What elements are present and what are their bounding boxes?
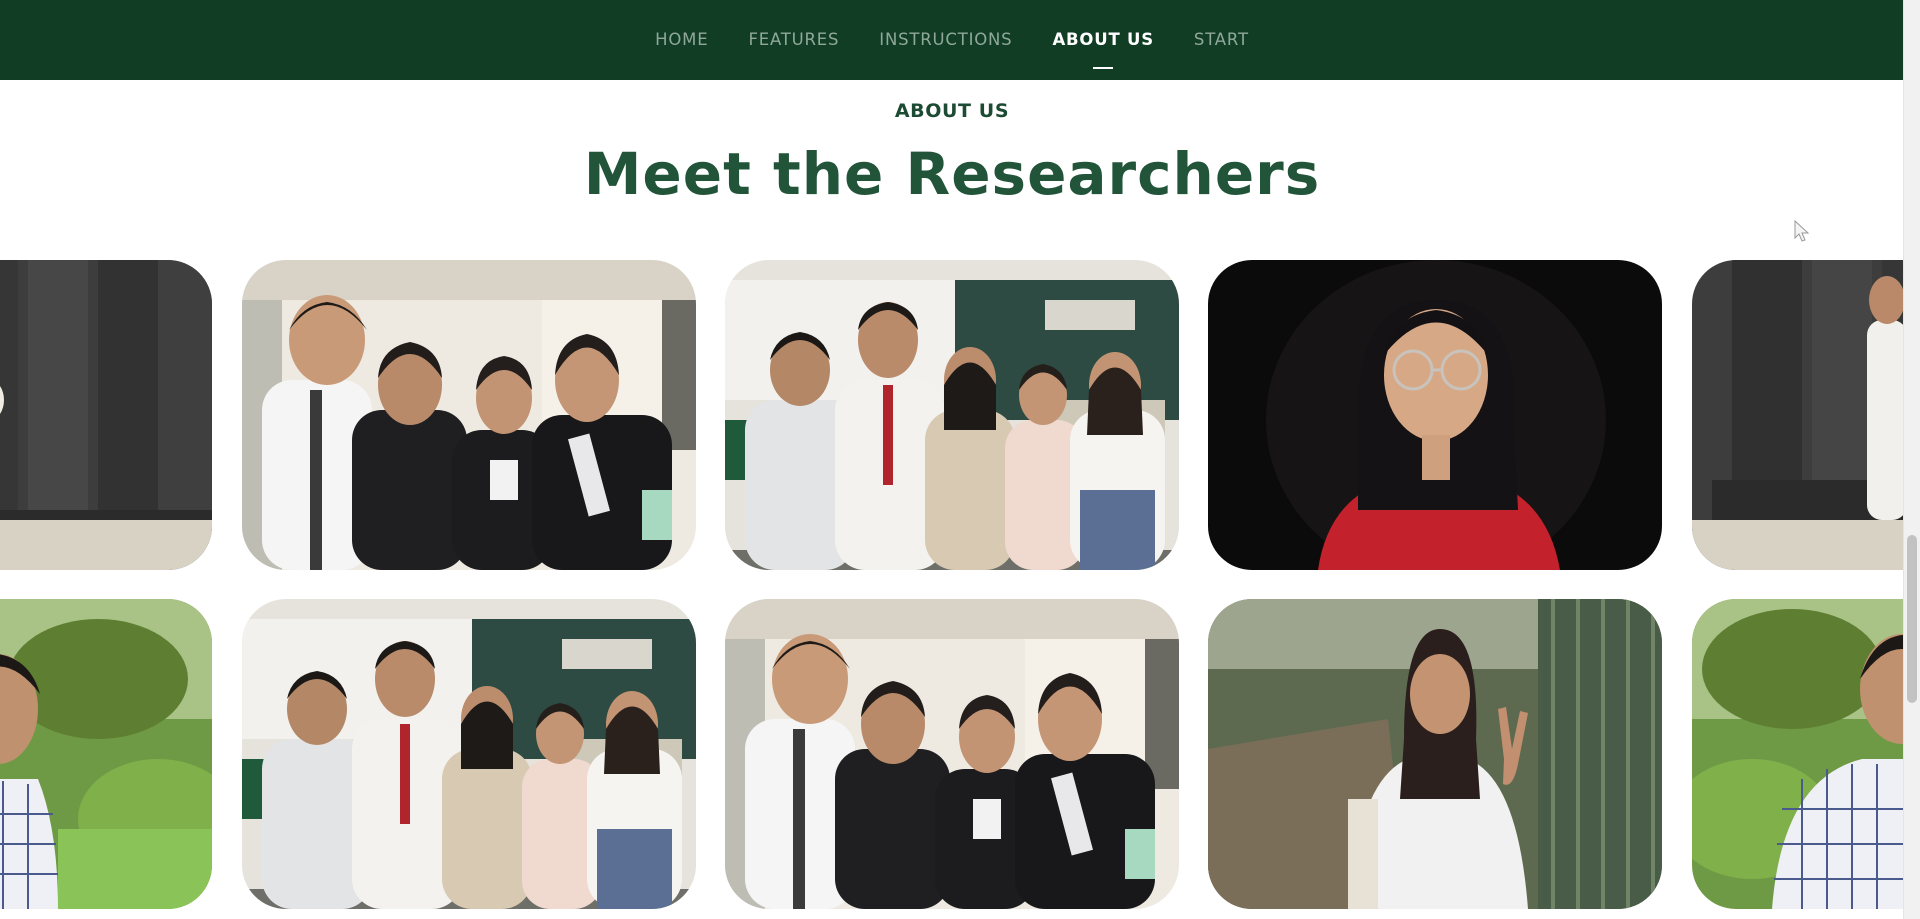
gallery-row-1	[0, 260, 1904, 570]
researcher-photo-card[interactable]	[1208, 599, 1662, 909]
photo-solo-red-shirt	[1208, 260, 1662, 570]
researcher-photo-card[interactable]	[725, 260, 1179, 570]
nav-item-instructions[interactable]: INSTRUCTIONS	[879, 30, 1012, 49]
nav-menu: HOME FEATURES INSTRUCTIONS ABOUT US STAR…	[655, 30, 1249, 69]
section-title: Meet the Researchers	[583, 140, 1321, 208]
researcher-photo-card[interactable]	[1692, 260, 1904, 570]
photo-solo-plaid-garden	[1692, 599, 1904, 909]
researcher-photo-card[interactable]	[0, 599, 212, 909]
scrollbar-thumb[interactable]	[1907, 535, 1917, 703]
researcher-photo-card[interactable]	[242, 260, 696, 570]
photo-group-four-formal	[242, 260, 696, 570]
about-us-page: HOME FEATURES INSTRUCTIONS ABOUT US STAR…	[0, 0, 1920, 919]
gallery-row-2	[0, 599, 1904, 909]
photo-group-five-classroom	[242, 599, 696, 909]
photo-solo-peace-sign	[1208, 599, 1662, 909]
researcher-photo-card[interactable]	[0, 260, 212, 570]
researcher-photo-card[interactable]	[242, 599, 696, 909]
photo-solo-dark-wall	[0, 260, 212, 570]
nav-item-home[interactable]: HOME	[655, 30, 708, 49]
researcher-photo-card[interactable]	[725, 599, 1179, 909]
vertical-scrollbar[interactable]	[1903, 0, 1920, 919]
photo-solo-dark-wall	[1692, 260, 1904, 570]
nav-item-about-us[interactable]: ABOUT US	[1052, 30, 1153, 69]
photo-group-four-formal	[725, 599, 1179, 909]
top-navbar: HOME FEATURES INSTRUCTIONS ABOUT US STAR…	[0, 0, 1904, 80]
nav-item-features[interactable]: FEATURES	[748, 30, 839, 49]
photo-group-five-classroom	[725, 260, 1179, 570]
researcher-photo-card[interactable]	[1208, 260, 1662, 570]
section-eyebrow: ABOUT US	[894, 100, 1010, 122]
mouse-cursor-icon	[1794, 220, 1810, 242]
researcher-photo-card[interactable]	[1692, 599, 1904, 909]
photo-solo-plaid-garden	[0, 599, 212, 909]
nav-item-start[interactable]: START	[1194, 30, 1249, 49]
